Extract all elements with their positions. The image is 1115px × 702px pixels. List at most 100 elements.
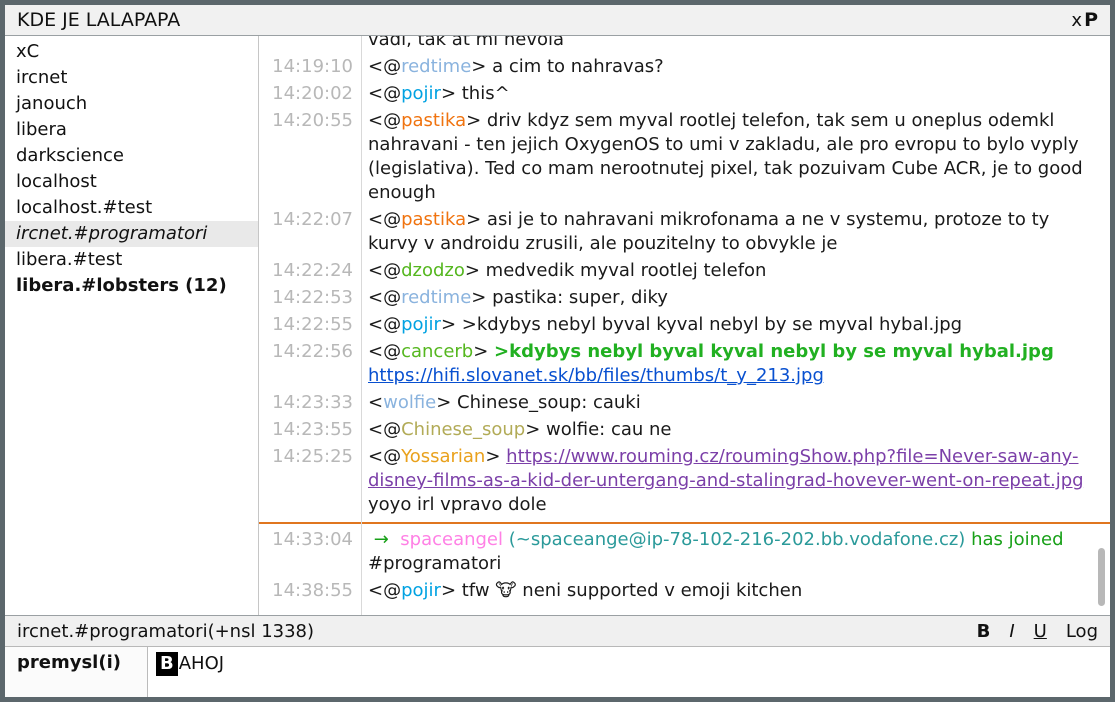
window-button-x[interactable]: x: [1071, 10, 1082, 31]
message-content: <@pojir> tfw 🐮 neni supported v emoji ki…: [361, 579, 1110, 603]
timestamp: 14:20:02: [259, 82, 361, 106]
message-row: 14:25:25<@Yossarian> https://www.rouming…: [259, 445, 1110, 517]
bold-control-marker: B: [156, 652, 178, 676]
window-controls: xP: [1069, 9, 1098, 31]
sidebar-item-darkscience[interactable]: darkscience: [5, 143, 258, 169]
message-text: <@: [368, 83, 401, 104]
channel-status-text: ircnet.#programatori(+nsl 1338): [17, 621, 958, 642]
nick: pojir: [401, 580, 441, 601]
message-row: 14:20:55<@pastika> driv kdyz sem myval r…: [259, 109, 1110, 205]
message-text: > medvedik myval rootlej telefon: [465, 260, 767, 281]
message-text: <@: [368, 446, 401, 467]
message-input[interactable]: BAHOJ: [148, 647, 1110, 697]
message-content: <@cancerb> >kdybys nebyl byval kyval neb…: [361, 340, 1110, 388]
message-text: <@: [368, 287, 401, 308]
nick: Chinese_soup: [401, 419, 525, 440]
nick: dzodzo: [401, 260, 465, 281]
message-row: 14:19:10<@redtime> a cim to nahravas?: [259, 55, 1110, 79]
message-text: <: [368, 392, 383, 413]
input-text: AHOJ: [179, 653, 224, 674]
channel-sidebar: xCircnetjanouchliberadarksciencelocalhos…: [5, 36, 259, 615]
chat-log[interactable]: vadi, tak at mi nevola14:19:10<@redtime>…: [259, 36, 1110, 615]
timestamp: 14:19:10: [259, 55, 361, 79]
message-text: > a cim to nahravas?: [471, 56, 663, 77]
message-text: > Chinese_soup: cauki: [436, 392, 641, 413]
window-button-p[interactable]: P: [1084, 9, 1098, 31]
nick: pastika: [401, 110, 466, 131]
timestamp: 14:33:04: [259, 528, 361, 576]
timestamp: 14:22:07: [259, 208, 361, 256]
message-text: has joined: [971, 529, 1063, 550]
sidebar-item-libera-test[interactable]: libera.#test: [5, 247, 258, 273]
format-buttons: BIU Log: [958, 621, 1098, 642]
nick: Yossarian: [401, 446, 485, 467]
message-content: <@pastika> driv kdyz sem myval rootlej t…: [361, 109, 1110, 205]
message-text: > >kdybys nebyl byval kyval nebyl by se …: [441, 314, 962, 335]
format-underline-button[interactable]: U: [1034, 621, 1047, 642]
sidebar-item-localhost-test[interactable]: localhost.#test: [5, 195, 258, 221]
message-text: > pastika: super, diky: [471, 287, 668, 308]
timestamp: [259, 36, 361, 52]
timestamp: 14:22:55: [259, 313, 361, 337]
timestamp: 14:22:53: [259, 286, 361, 310]
nick: pojir: [401, 83, 441, 104]
timestamp: 14:23:33: [259, 391, 361, 415]
timestamp: 14:22:56: [259, 340, 361, 388]
sidebar-item-ircnet-programatori[interactable]: ircnet.#programatori: [5, 221, 258, 247]
window-title: KDE JE LALAPAPA: [17, 9, 1069, 31]
message-content: <@Chinese_soup> wolfie: cau ne: [361, 418, 1110, 442]
message-text: > driv kdyz sem myval rootlej telefon, t…: [368, 110, 1088, 203]
nick: cancerb: [401, 341, 473, 362]
message-content: <@redtime> a cim to nahravas?: [361, 55, 1110, 79]
sidebar-item-libera[interactable]: libera: [5, 117, 258, 143]
message-text: →: [368, 529, 400, 550]
message-row: 14:23:55<@Chinese_soup> wolfie: cau ne: [259, 418, 1110, 442]
message-row: 14:20:02<@pojir> this^: [259, 82, 1110, 106]
message-content: <@pastika> asi je to nahravani mikrofona…: [361, 208, 1110, 256]
message-content: <@dzodzo> medvedik myval rootlej telefon: [361, 259, 1110, 283]
message-text: > tfw 🐮 neni supported v emoji kitchen: [441, 580, 802, 601]
message-row: 14:22:56<@cancerb> >kdybys nebyl byval k…: [259, 340, 1110, 388]
status-bar: ircnet.#programatori(+nsl 1338) BIU Log: [5, 615, 1110, 646]
nick: redtime: [401, 56, 471, 77]
nick: pojir: [401, 314, 441, 335]
message-row: 14:33:04 → spaceangel (~spaceange@ip-78-…: [259, 528, 1110, 576]
title-bar: KDE JE LALAPAPA xP: [5, 5, 1110, 36]
message-text: (~spaceange@ip-78-102-216-202.bb.vodafon…: [509, 529, 966, 550]
format-italic-button[interactable]: I: [1009, 621, 1014, 642]
irc-client-window: KDE JE LALAPAPA xP xCircnetjanouchlibera…: [0, 0, 1115, 702]
nick: spaceangel: [400, 529, 503, 550]
scrollbar-thumb[interactable]: [1098, 548, 1105, 606]
main-area: xCircnetjanouchliberadarksciencelocalhos…: [5, 36, 1110, 615]
message-text: <@: [368, 209, 401, 230]
message-text: > asi je to nahravani mikrofonama a ne v…: [368, 209, 1055, 254]
message-row: 14:38:55<@pojir> tfw 🐮 neni supported v …: [259, 579, 1110, 603]
timestamp: 14:25:25: [259, 445, 361, 517]
message-text: <@: [368, 260, 401, 281]
message-text: >: [485, 446, 506, 467]
message-text: <@: [368, 314, 401, 335]
message-text: >kdybys nebyl byval kyval nebyl by se my…: [494, 341, 1054, 362]
timestamp: 14:38:55: [259, 579, 361, 603]
message-list: vadi, tak at mi nevola14:19:10<@redtime>…: [259, 36, 1110, 603]
message-text: vadi, tak at mi nevola: [368, 36, 564, 50]
message-content: <wolfie> Chinese_soup: cauki: [361, 391, 1110, 415]
sidebar-item-ircnet[interactable]: ircnet: [5, 65, 258, 91]
timestamp: 14:22:24: [259, 259, 361, 283]
format-bold-button[interactable]: B: [977, 621, 991, 642]
message-text: <@: [368, 341, 401, 362]
sidebar-item-janouch[interactable]: janouch: [5, 91, 258, 117]
message-text: >: [473, 341, 494, 362]
log-button[interactable]: Log: [1066, 621, 1098, 642]
link[interactable]: https://hifi.slovanet.sk/bb/files/thumbs…: [368, 365, 824, 386]
message-row: 14:22:55 <@pojir> >kdybys nebyl byval kyv…: [259, 313, 1110, 337]
message-row: 14:22:53<@redtime> pastika: super, diky: [259, 286, 1110, 310]
sidebar-item-libera-lobsters-12[interactable]: libera.#lobsters (12): [5, 273, 258, 299]
input-bar: premysl(i) BAHOJ: [5, 646, 1110, 697]
message-content: <@pojir> this^: [361, 82, 1110, 106]
nick: pastika: [401, 209, 466, 230]
sidebar-item-xc[interactable]: xC: [5, 39, 258, 65]
message-text: <@: [368, 56, 401, 77]
message-row: 14:22:07<@pastika> asi je to nahravani m…: [259, 208, 1110, 256]
sidebar-item-localhost[interactable]: localhost: [5, 169, 258, 195]
